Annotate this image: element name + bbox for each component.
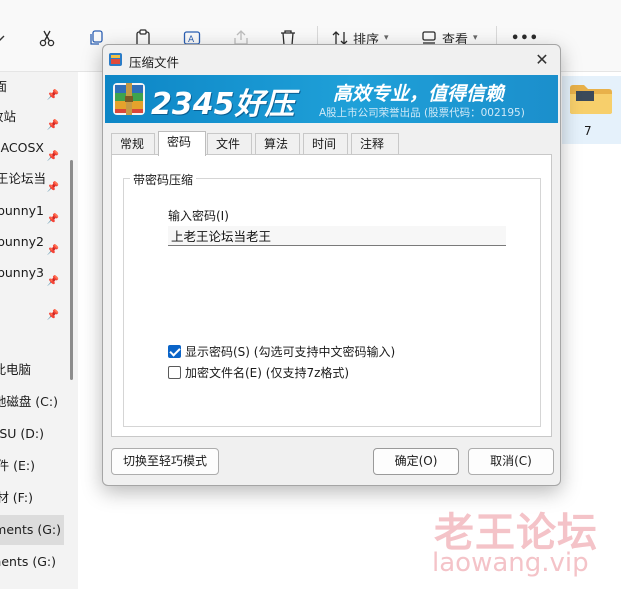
encrypt-filenames-checkbox[interactable] <box>168 365 181 379</box>
sidebar-item-label: 桌面 <box>0 79 7 94</box>
sidebar-item-drive-c[interactable]: 本地磁盘 (C:) <box>0 387 64 417</box>
pin-icon: 📌 <box>46 151 59 162</box>
pin-icon: 📌 <box>46 245 59 256</box>
chevron-down-icon: ▾ <box>384 33 389 43</box>
sidebar-item-label: bunny2 <box>0 234 44 249</box>
sidebar-item-drive-e[interactable]: 文件 (E:) <box>0 451 64 481</box>
cut-button[interactable] <box>38 24 56 52</box>
pin-icon: 📌 <box>46 182 59 193</box>
password-label: 输入密码(I) <box>168 209 229 223</box>
chevron-down-icon[interactable] <box>0 24 6 52</box>
password-input[interactable] <box>168 226 506 246</box>
show-password-checkbox-row[interactable]: 显示密码(S) (勾选可支持中文密码输入) <box>168 343 395 359</box>
sidebar-item-bunny2[interactable]: bunny2 📌 <box>0 227 64 257</box>
sidebar-item-bunny1[interactable]: bunny1 📌 <box>0 196 64 226</box>
sidebar-item-label: SU (D:) <box>0 426 44 441</box>
sidebar-item-label: bunny1 <box>0 203 44 218</box>
cancel-button[interactable]: 取消(C) <box>468 448 554 475</box>
sidebar-item-label: 素材 (F:) <box>0 490 33 505</box>
close-icon[interactable]: ✕ <box>532 50 552 70</box>
watermark-url: laowang.vip <box>432 548 589 578</box>
tab-algorithm[interactable]: 算法 <box>255 133 300 155</box>
group-title: 带密码压缩 <box>130 171 197 188</box>
sidebar-item-label: 本地磁盘 (C:) <box>0 394 58 409</box>
show-password-checkbox[interactable] <box>168 344 181 358</box>
tab-time[interactable]: 时间 <box>303 133 348 155</box>
sidebar-scrollbar[interactable] <box>70 160 73 380</box>
sidebar-item-macosx[interactable]: MACOSX📌 <box>0 133 64 163</box>
sidebar-item-laowang-folder[interactable]: 老王论坛当📌 <box>0 164 64 194</box>
pin-icon: 📌 <box>46 310 59 321</box>
brand-banner: 2345好压 高效专业，值得信赖 A股上市公司荣誉出品 (股票代码：002195… <box>105 75 558 123</box>
pin-icon: 📌 <box>46 90 59 101</box>
sidebar-item-label: 文件 (E:) <box>0 458 35 473</box>
sidebar-item-recycle-bin[interactable]: 回收站 📌 <box>0 102 64 132</box>
sidebar-item-pinned[interactable]: 📌 <box>0 292 64 322</box>
dialog-title: 压缩文件 <box>129 55 180 70</box>
tab-general[interactable]: 常规 <box>111 133 155 155</box>
tab-password[interactable]: 密码 <box>158 131 206 156</box>
sidebar-item-label: bunny3 <box>0 265 44 280</box>
sidebar-item-bunny3[interactable]: bunny3 📌 <box>0 258 64 288</box>
scissors-icon <box>39 30 55 47</box>
password-tab-panel: 带密码压缩 输入密码(I) 显示密码(S) (勾选可支持中文密码输入) 加密文件… <box>111 154 552 437</box>
sidebar-item-label: 此电脑 <box>0 362 31 377</box>
show-password-label: 显示密码(S) (勾选可支持中文密码输入) <box>185 344 396 359</box>
sidebar-item-label: Elements (G:) <box>0 554 56 569</box>
sidebar-item-drive-g[interactable]: Elements (G:) <box>0 547 64 577</box>
tab-comment[interactable]: 注释 <box>351 133 399 155</box>
sidebar-item-label: Elements (G:) <box>0 522 61 537</box>
sidebar-item-label: 老王论坛当 <box>0 171 46 186</box>
haozip-app-icon <box>109 53 122 66</box>
navigation-sidebar: 桌面📌 回收站📌 MACOSX📌 老王论坛当📌 bunny1📌 bunny2📌 … <box>0 72 64 589</box>
ok-button[interactable]: 确定(O) <box>373 448 459 475</box>
pin-icon: 📌 <box>46 120 59 131</box>
sidebar-item-label: MACOSX <box>0 140 44 155</box>
encrypt-filenames-label: 加密文件名(E) (仅支持7z格式) <box>185 365 350 380</box>
chevron-down-icon: ▾ <box>473 33 478 43</box>
brand-slogan: 高效专业，值得信赖 <box>333 83 505 105</box>
pin-icon: 📌 <box>46 214 59 225</box>
encrypt-filenames-checkbox-row[interactable]: 加密文件名(E) (仅支持7z格式) <box>168 364 349 380</box>
tab-files[interactable]: 文件 <box>207 133 252 155</box>
compress-dialog: 压缩文件 ✕ 2345好压 高效专业，值得信赖 A股上市公司荣誉出品 (股票代码… <box>102 44 561 486</box>
brand-name: 2345好压 <box>151 87 295 122</box>
sidebar-item-drive-d[interactable]: SU (D:) <box>0 419 64 449</box>
folder-icon <box>570 85 612 114</box>
sidebar-item-label: 回收站 <box>0 109 16 124</box>
folder-item-count: 7 <box>584 124 592 138</box>
sidebar-item-drive-f[interactable]: 素材 (F:) <box>0 483 64 513</box>
pin-icon: 📌 <box>46 276 59 287</box>
switch-lite-mode-button[interactable]: 切换至轻巧模式 <box>111 448 219 475</box>
haozip-logo-icon <box>113 83 145 115</box>
sidebar-item-drive-g-selected[interactable]: Elements (G:) <box>0 515 64 545</box>
brand-subtitle: A股上市公司荣誉出品 (股票代码：002195) <box>319 107 525 119</box>
dialog-titlebar[interactable]: 压缩文件 ✕ <box>103 45 560 75</box>
sidebar-item-this-pc[interactable]: 此电脑 <box>0 355 64 385</box>
sidebar-item-desktop[interactable]: 桌面 📌 <box>0 72 64 102</box>
